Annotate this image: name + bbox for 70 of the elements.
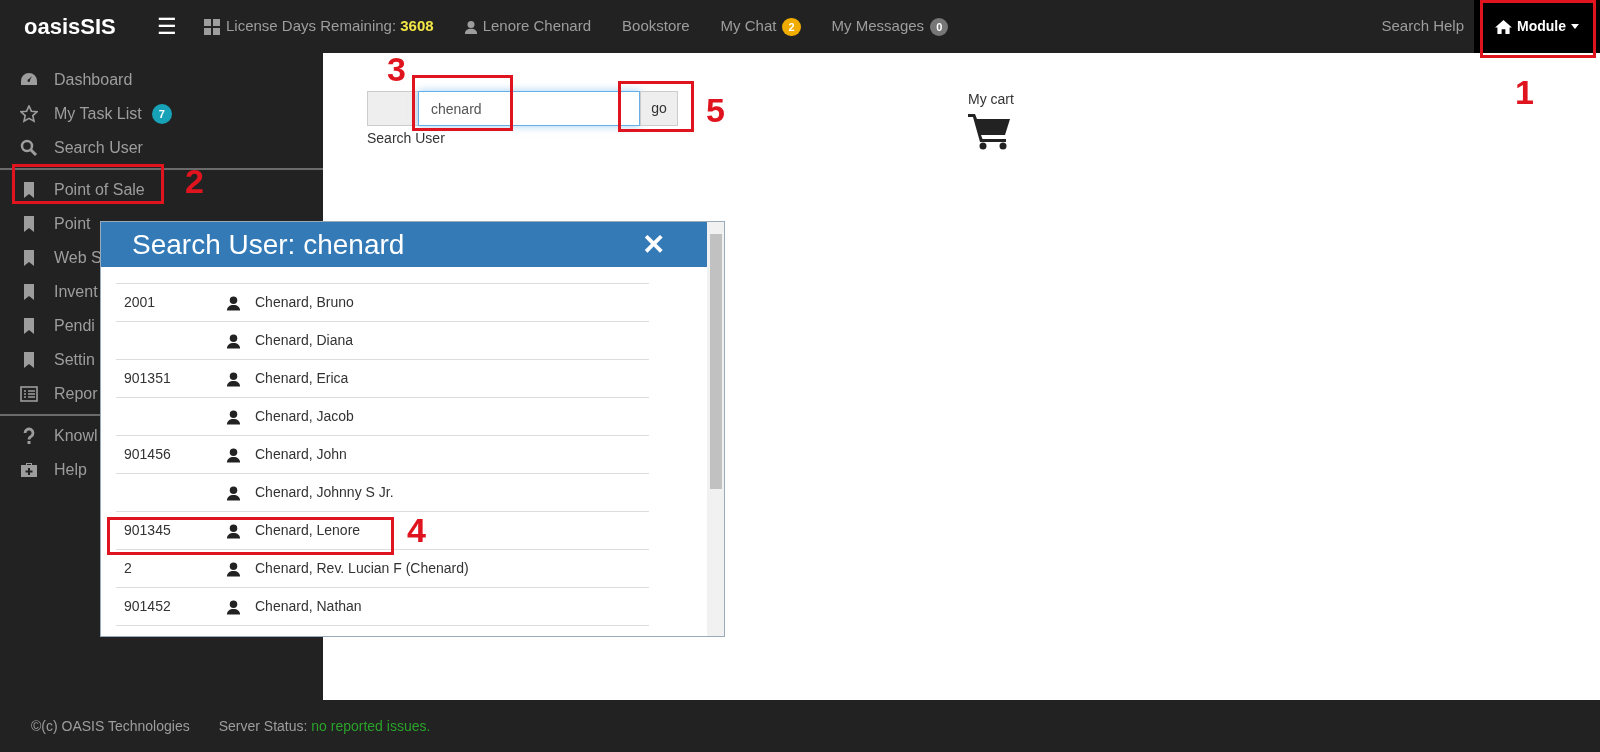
star-icon <box>20 105 38 123</box>
cart-label: My cart <box>968 90 1014 109</box>
user-name-link[interactable]: Chenard, John <box>255 444 347 465</box>
sidebar-item[interactable]: Knowl <box>20 419 98 453</box>
user-link[interactable]: Lenore Chenard <box>463 15 592 38</box>
menu-icon[interactable]: ☰ <box>157 10 204 43</box>
count-badge: 7 <box>151 104 172 124</box>
step-number: 3 <box>387 52 406 86</box>
nav-link[interactable]: My Chat 2 <box>720 15 801 38</box>
user-name-link[interactable]: Chenard, Johnny S Jr. <box>255 482 394 503</box>
user-name-link[interactable]: Chenard, Bruno <box>255 292 354 313</box>
close-button[interactable]: ✕ <box>642 230 665 259</box>
app-logo[interactable]: oasisSIS <box>24 10 157 43</box>
person-icon <box>226 484 241 501</box>
sidebar-item[interactable]: My Task List 7 <box>20 97 172 131</box>
user-id: 2 <box>124 560 132 576</box>
step-number: 4 <box>407 513 426 547</box>
grid-icon <box>204 18 220 35</box>
user-name-link[interactable]: Chenard, Diana <box>255 330 354 351</box>
go-button[interactable]: go <box>640 91 678 126</box>
sidebar-item[interactable]: Repor <box>20 377 98 411</box>
person-icon <box>226 408 241 425</box>
person-icon <box>226 294 241 311</box>
caret-icon <box>1571 24 1579 29</box>
sidebar-item[interactable]: Pendi <box>20 309 95 343</box>
person-icon <box>226 598 241 615</box>
person-icon <box>226 332 241 349</box>
person-icon <box>226 560 241 577</box>
user-name-link[interactable]: Chenard, Jacob <box>255 406 354 427</box>
sidebar-item[interactable]: Dashboard <box>20 63 133 97</box>
search-icon <box>20 139 38 157</box>
search-help-link[interactable]: Search Help <box>1381 15 1464 38</box>
user-name-link[interactable]: Chenard, Nathan <box>255 596 362 617</box>
nav-link[interactable]: My Messages 0 <box>831 15 949 38</box>
search-label: Search User <box>367 129 445 148</box>
server-status-text: Server Status: no reported issues. <box>218 716 431 736</box>
count-badge: 2 <box>782 17 801 36</box>
step-number: 2 <box>185 164 204 198</box>
sidebar-item[interactable]: Point <box>20 207 91 241</box>
medkit-icon <box>20 461 38 479</box>
search-input[interactable]: chenard <box>418 91 640 126</box>
sidebar-item[interactable]: Invent <box>20 275 98 309</box>
step-number: 1 <box>1515 75 1534 109</box>
license-days-text: License Days Remaining: 3608 <box>226 16 434 37</box>
sidebar-item[interactable]: Help <box>20 453 87 487</box>
user-id: 901345 <box>124 522 171 538</box>
person-icon <box>226 522 241 539</box>
nav-link[interactable]: Bookstore <box>622 15 690 38</box>
input-addon <box>367 91 418 126</box>
user-id: 2001 <box>124 294 156 310</box>
sidebar-item[interactable]: Point of Sale <box>20 173 145 207</box>
user-name-link[interactable]: Chenard, Rev. Lucian F (Chenard) <box>255 558 469 579</box>
person-icon <box>226 370 241 387</box>
sidebar-item[interactable]: Settin <box>20 343 95 377</box>
copyright-text: ©(c) OASIS Technologies <box>31 716 190 736</box>
user-name-link[interactable]: Chenard, Erica <box>255 368 349 389</box>
list-icon <box>20 385 38 403</box>
person-icon <box>463 18 478 35</box>
count-badge: 0 <box>930 17 949 36</box>
sidebar-item[interactable]: Search User <box>20 131 143 165</box>
cart-icon <box>968 112 1012 150</box>
person-icon <box>226 446 241 463</box>
dialog-title: Search User: chenard <box>132 227 406 262</box>
scrollbar[interactable] <box>707 222 724 636</box>
user-id: 901452 <box>124 598 171 614</box>
user-id: 901456 <box>124 446 171 462</box>
home-icon <box>1495 19 1512 34</box>
user-id: 901351 <box>124 370 171 386</box>
step-number: 5 <box>706 93 725 127</box>
user-name-link[interactable]: Chenard, Lenore <box>255 520 361 541</box>
